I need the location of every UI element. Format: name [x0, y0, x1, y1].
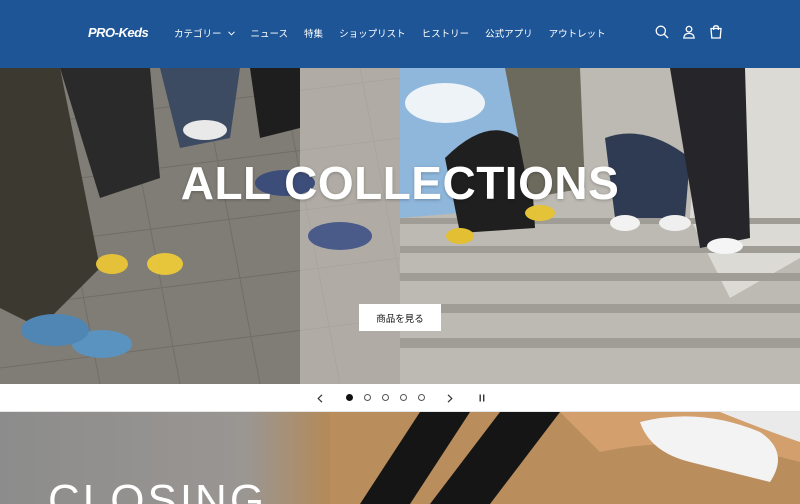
slide-dot-5[interactable] — [418, 394, 425, 401]
cart-icon[interactable] — [708, 24, 724, 40]
banner-title: CLOSING — [48, 476, 268, 504]
search-icon[interactable] — [654, 24, 670, 40]
nav-item-history[interactable]: ヒストリー — [422, 26, 470, 40]
hero-photo-right — [400, 68, 800, 384]
nav-item-label: 特集 — [304, 29, 324, 40]
pause-slideshow-button[interactable] — [475, 391, 489, 405]
slideshow-controls — [0, 384, 800, 412]
next-slide-button[interactable] — [443, 391, 457, 405]
slide-dot-2[interactable] — [364, 394, 371, 401]
pause-icon — [479, 394, 485, 402]
slide-dot-3[interactable] — [382, 394, 389, 401]
closing-banner: CLOSING — [0, 412, 800, 504]
nav-item-label: 公式アプリ — [485, 29, 533, 40]
next-icon — [447, 393, 453, 403]
hero-slideshow: ALL COLLECTIONS 商品を見る — [0, 68, 800, 384]
hero-photo-left-art — [0, 68, 421, 384]
slide-dot-1[interactable] — [346, 394, 353, 401]
nav-item-label: ショップリスト — [339, 29, 406, 40]
nav-item-label: ニュース — [250, 29, 289, 40]
hero-photo-left — [0, 68, 421, 384]
view-products-button[interactable]: 商品を見る — [359, 304, 441, 331]
nav-item-label: カテゴリー — [174, 29, 222, 40]
hero-photo-right-art — [400, 68, 800, 384]
nav-item-official-app[interactable]: 公式アプリ — [485, 26, 533, 40]
nav-item-shop-list[interactable]: ショップリスト — [339, 26, 406, 40]
previous-slide-button[interactable] — [313, 391, 327, 405]
nav-item-label: ヒストリー — [421, 29, 470, 40]
nav-item-category[interactable]: カテゴリー — [174, 26, 235, 40]
site-header: PRO-Keds カテゴリー ニュース 特集 ショップリスト ヒストリー 公式ア… — [0, 0, 800, 68]
slide-dot-4[interactable] — [400, 394, 407, 401]
account-icon[interactable] — [681, 24, 697, 40]
nav-item-news[interactable]: ニュース — [251, 26, 289, 40]
brand-logo[interactable]: PRO-Keds — [88, 25, 149, 40]
nav-item-label: アウトレット — [548, 29, 606, 40]
main-nav: カテゴリー ニュース 特集 ショップリスト ヒストリー 公式アプリ アウトレット — [174, 26, 622, 40]
previous-icon — [317, 393, 323, 403]
nav-item-features[interactable]: 特集 — [304, 26, 323, 40]
hero-title: ALL COLLECTIONS — [180, 157, 620, 209]
nav-item-outlet[interactable]: アウトレット — [549, 26, 606, 40]
chevron-down-icon — [227, 30, 235, 36]
header-actions — [654, 24, 724, 40]
